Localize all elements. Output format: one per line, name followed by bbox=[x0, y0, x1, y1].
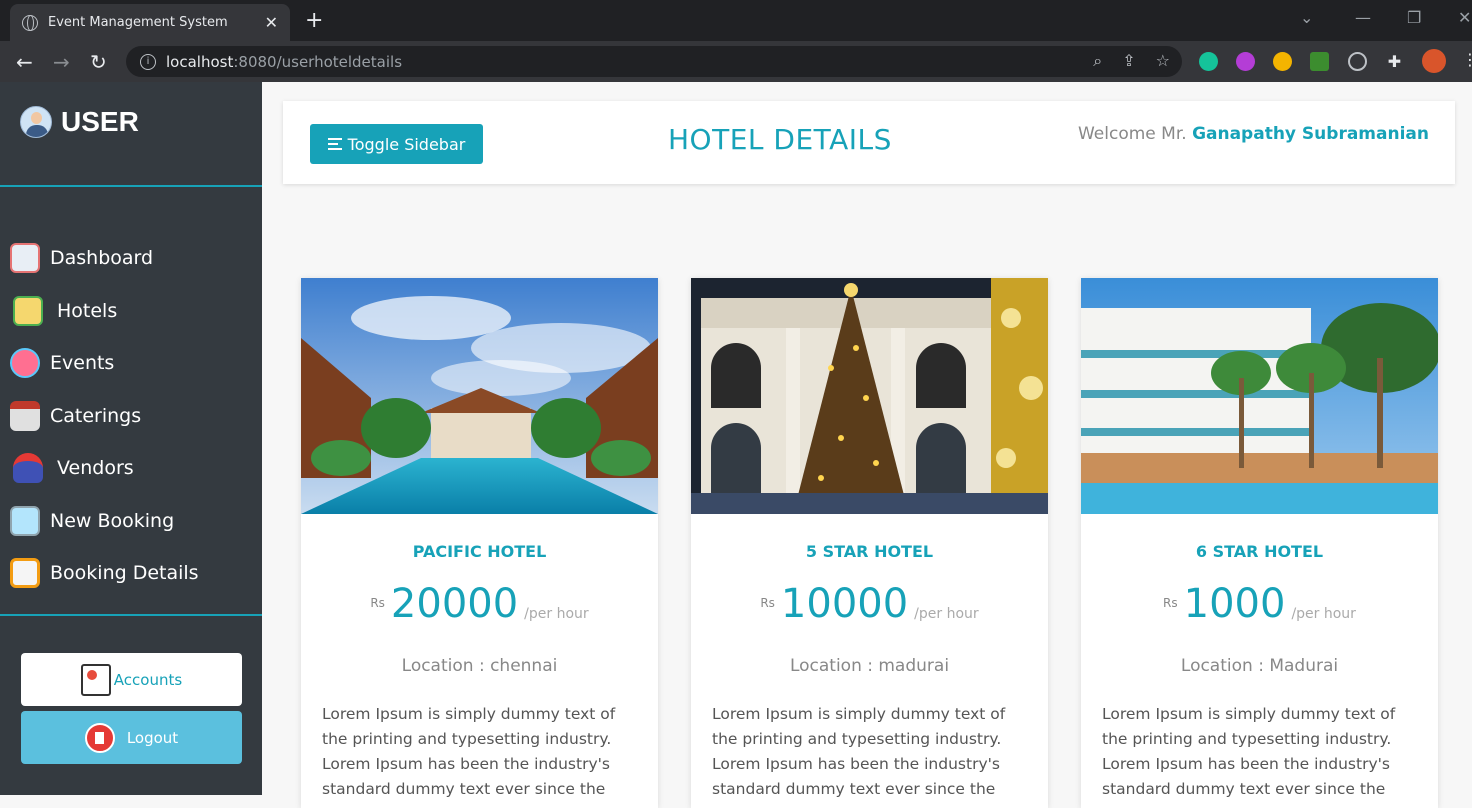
react-extension-icon[interactable] bbox=[1348, 52, 1367, 71]
browser-tab[interactable]: Event Management System ✕ bbox=[10, 4, 290, 41]
sidebar-item-label: Hotels bbox=[57, 299, 118, 322]
sidebar-item-label: Caterings bbox=[50, 404, 142, 427]
restore-icon[interactable]: ❐ bbox=[1407, 8, 1421, 27]
logout-icon bbox=[84, 722, 115, 753]
page-title: HOTEL DETAILS bbox=[668, 123, 892, 156]
price-unit: /per hour bbox=[914, 606, 979, 622]
price-row: Rs 1000 /per hour bbox=[1081, 584, 1438, 624]
hotel-description: Lorem Ipsum is simply dummy text of the … bbox=[1102, 705, 1396, 798]
close-window-icon[interactable]: ✕ bbox=[1458, 8, 1471, 27]
tab-search-icon[interactable]: ⌄ bbox=[1300, 8, 1313, 27]
new-tab-icon[interactable]: + bbox=[305, 8, 323, 33]
price-row: Rs 20000 /per hour bbox=[301, 584, 658, 624]
extension-icon[interactable] bbox=[1236, 52, 1255, 71]
sidebar-item-vendors[interactable]: Vendors bbox=[10, 442, 260, 495]
back-icon[interactable]: ← bbox=[16, 50, 33, 74]
grammarly-extension-icon[interactable] bbox=[1199, 52, 1218, 71]
url-host: localhost bbox=[166, 52, 234, 71]
sidebar-divider bbox=[0, 614, 262, 616]
hotel-location: Location : chennai bbox=[401, 656, 558, 676]
hotel-image bbox=[1081, 278, 1438, 514]
hotel-location: Location : madurai bbox=[789, 656, 950, 676]
close-tab-icon[interactable]: ✕ bbox=[265, 13, 278, 32]
menu-lines-icon bbox=[327, 138, 342, 150]
sidebar-item-events[interactable]: Events bbox=[10, 337, 260, 390]
hotel-price: 1000 bbox=[1183, 581, 1286, 627]
user-name: Ganapathy Subramanian bbox=[1192, 124, 1429, 144]
welcome-message: Welcome Mr. Ganapathy Subramanian bbox=[1078, 124, 1429, 144]
price-unit: /per hour bbox=[524, 606, 589, 622]
toggle-sidebar-button[interactable]: Toggle Sidebar bbox=[310, 124, 483, 164]
globe-icon bbox=[22, 14, 38, 31]
hotel-card[interactable]: 5 STAR HOTEL Rs 10000 /per hour Location… bbox=[691, 278, 1048, 808]
extensions-puzzle-icon[interactable]: ✚ bbox=[1385, 52, 1404, 71]
accounts-icon bbox=[80, 663, 111, 696]
events-icon bbox=[10, 348, 40, 379]
share-icon[interactable]: ⇪ bbox=[1122, 51, 1135, 71]
sidebar: USER Dashboard Hotels Events Caterings V… bbox=[0, 82, 262, 795]
hotel-image bbox=[301, 278, 658, 514]
bookmark-star-icon[interactable]: ☆ bbox=[1156, 51, 1170, 71]
sidebar-item-label: Booking Details bbox=[50, 562, 199, 585]
sidebar-item-caterings[interactable]: Caterings bbox=[10, 390, 260, 443]
zoom-icon[interactable]: ⌕ bbox=[1093, 51, 1102, 71]
browser-menu-icon[interactable]: ⋮ bbox=[1462, 50, 1472, 69]
tab-title: Event Management System bbox=[48, 15, 228, 30]
header-bar: Toggle Sidebar HOTEL DETAILS Welcome Mr.… bbox=[283, 101, 1455, 184]
hotel-price: 10000 bbox=[780, 581, 909, 627]
url-path: :8080/userhoteldetails bbox=[233, 52, 403, 71]
hotel-description: Lorem Ipsum is simply dummy text of the … bbox=[712, 705, 1006, 798]
profile-avatar[interactable] bbox=[1422, 49, 1446, 73]
price-row: Rs 10000 /per hour bbox=[691, 584, 1048, 624]
sidebar-menu: Dashboard Hotels Events Caterings Vendor… bbox=[10, 232, 260, 600]
brand-label: USER bbox=[61, 106, 139, 137]
sidebar-item-booking-details[interactable]: Booking Details bbox=[10, 547, 260, 600]
sidebar-item-new-booking[interactable]: New Booking bbox=[10, 495, 260, 548]
sidebar-divider bbox=[0, 185, 262, 187]
browser-tabbar: Event Management System ✕ + ⌄ — ❐ ✕ bbox=[0, 0, 1472, 41]
tree-extension-icon[interactable] bbox=[1310, 52, 1329, 71]
chrome-extension-icon[interactable] bbox=[1273, 52, 1292, 71]
dashboard-icon bbox=[10, 243, 40, 274]
booking-details-icon bbox=[10, 558, 40, 589]
caterings-icon bbox=[10, 400, 40, 431]
reload-icon[interactable]: ↻ bbox=[90, 50, 107, 74]
hotels-icon bbox=[13, 295, 43, 326]
new-booking-icon bbox=[10, 505, 40, 536]
accounts-button[interactable]: Accounts bbox=[21, 653, 242, 706]
hotel-name: 5 STAR HOTEL bbox=[805, 542, 934, 561]
address-bar[interactable]: i localhost :8080/userhoteldetails ⌕ ⇪ ☆ bbox=[126, 46, 1182, 77]
logout-label: Logout bbox=[126, 728, 179, 747]
currency-label: Rs bbox=[370, 596, 385, 610]
hotel-location: Location : Madurai bbox=[1180, 656, 1339, 676]
currency-label: Rs bbox=[760, 596, 775, 610]
main-content: Toggle Sidebar HOTEL DETAILS Welcome Mr.… bbox=[262, 82, 1472, 808]
hotel-price: 20000 bbox=[390, 581, 519, 627]
browser-toolbar: ← → ↻ i localhost :8080/userhoteldetails… bbox=[0, 41, 1472, 82]
accounts-label: Accounts bbox=[113, 670, 183, 689]
sidebar-item-label: New Booking bbox=[50, 509, 175, 532]
currency-label: Rs bbox=[1163, 596, 1178, 610]
price-unit: /per hour bbox=[1291, 606, 1356, 622]
sidebar-item-label: Vendors bbox=[57, 457, 134, 480]
hotel-description: Lorem Ipsum is simply dummy text of the … bbox=[322, 705, 616, 798]
minimize-icon[interactable]: — bbox=[1355, 8, 1371, 27]
sidebar-item-hotels[interactable]: Hotels bbox=[10, 285, 260, 338]
forward-icon[interactable]: → bbox=[53, 50, 70, 74]
sidebar-brand: USER bbox=[20, 106, 139, 138]
user-avatar-icon bbox=[20, 106, 52, 138]
hotel-name: PACIFIC HOTEL bbox=[412, 542, 547, 561]
welcome-prefix: Welcome Mr. bbox=[1077, 124, 1187, 144]
sidebar-item-label: Dashboard bbox=[50, 247, 154, 270]
sidebar-item-dashboard[interactable]: Dashboard bbox=[10, 232, 260, 285]
logout-button[interactable]: Logout bbox=[21, 711, 242, 764]
hotel-name: 6 STAR HOTEL bbox=[1195, 542, 1324, 561]
hotel-card[interactable]: 6 STAR HOTEL Rs 1000 /per hour Location … bbox=[1081, 278, 1438, 808]
vendors-icon bbox=[13, 453, 43, 484]
hotel-card[interactable]: PACIFIC HOTEL Rs 20000 /per hour Locatio… bbox=[301, 278, 658, 808]
toggle-sidebar-label: Toggle Sidebar bbox=[347, 134, 466, 154]
hotel-image bbox=[691, 278, 1048, 514]
sidebar-item-label: Events bbox=[50, 352, 115, 375]
site-info-icon[interactable]: i bbox=[140, 53, 156, 70]
